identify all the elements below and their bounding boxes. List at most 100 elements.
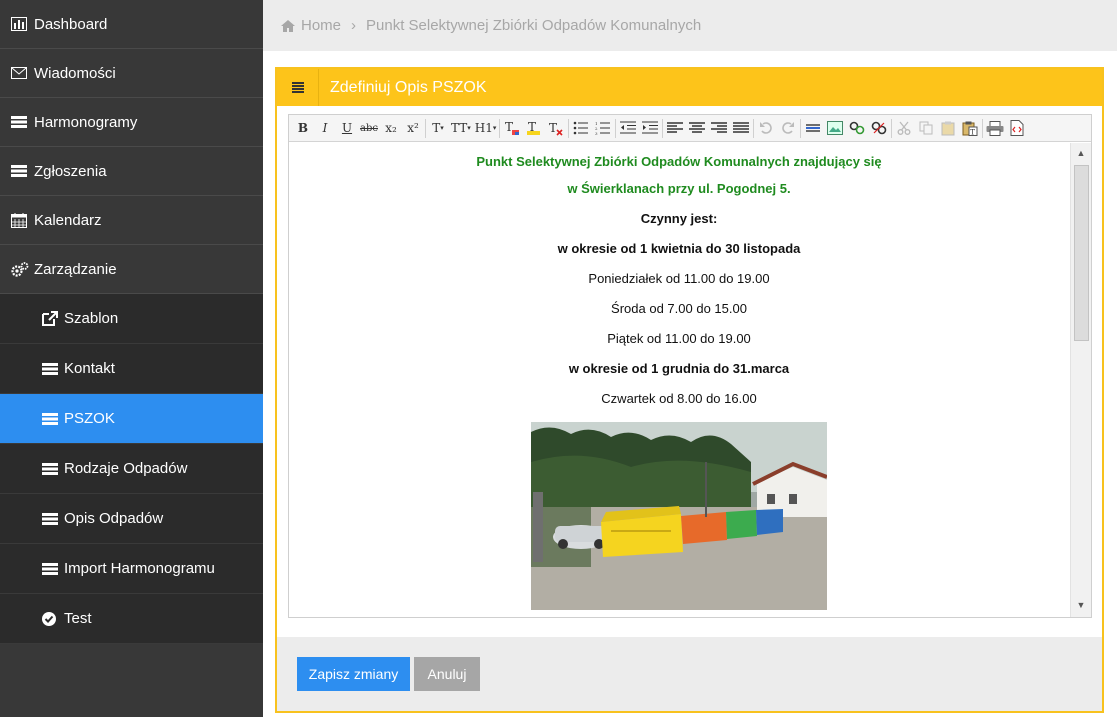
- outdent-icon[interactable]: [617, 118, 639, 139]
- font-size-dropdown[interactable]: T ▾: [427, 118, 449, 139]
- list-icon: [42, 411, 62, 427]
- toolbar-separator: [753, 118, 755, 138]
- content-line: Czwartek od 8.00 do 16.00: [601, 391, 757, 406]
- align-left-icon[interactable]: [664, 118, 686, 139]
- undo-icon[interactable]: [755, 118, 777, 139]
- strikethrough-button[interactable]: abc: [358, 118, 380, 139]
- heading-label: H1: [474, 121, 493, 135]
- content-line: Punkt Selektywnej Zbiórki Odpadów Komuna…: [476, 154, 882, 169]
- caret-down-icon: ▾: [492, 124, 497, 132]
- bar-chart-icon: [11, 16, 31, 32]
- sidebar-item-wiadomosci[interactable]: Wiadomości: [0, 49, 263, 98]
- sidebar-item-kalendarz[interactable]: Kalendarz: [0, 196, 263, 245]
- envelope-icon: [11, 65, 31, 81]
- font-family-dropdown[interactable]: TT ▾: [449, 118, 473, 139]
- bullet-list-icon[interactable]: [570, 118, 592, 139]
- pszok-panel: Zdefiniuj Opis PSZOK B I U abc x₂ x² T ▾ …: [275, 67, 1104, 713]
- list-icon: [277, 69, 319, 106]
- content-line: Poniedziałek od 11.00 do 19.00: [588, 271, 770, 286]
- highlight-color-icon[interactable]: T: [523, 118, 545, 139]
- heading-dropdown[interactable]: H1 ▾: [473, 118, 499, 139]
- sidebar-item-label: Dashboard: [34, 15, 108, 33]
- link-icon[interactable]: [846, 118, 868, 139]
- sidebar-item-label: Harmonogramy: [34, 113, 138, 131]
- toolbar-separator: [800, 118, 802, 138]
- indent-icon[interactable]: [639, 118, 661, 139]
- scroll-thumb[interactable]: [1074, 165, 1089, 341]
- editor-scrollbar[interactable]: ▲ ▼: [1070, 143, 1091, 617]
- save-button[interactable]: Zapisz zmiany: [297, 657, 410, 691]
- sidebar-subitem-kontakt[interactable]: Kontakt: [0, 344, 263, 394]
- redo-icon[interactable]: [777, 118, 799, 139]
- sidebar-item-zgloszenia[interactable]: Zgłoszenia: [0, 147, 263, 196]
- copy-icon[interactable]: [915, 118, 937, 139]
- sidebar-subitem-label: Kontakt: [64, 360, 115, 377]
- chevron-right-icon: ›: [351, 17, 357, 34]
- print-icon[interactable]: [984, 118, 1006, 139]
- sidebar-item-label: Zgłoszenia: [34, 162, 107, 180]
- panel-title: Zdefiniuj Opis PSZOK: [330, 78, 487, 96]
- paste-icon[interactable]: [937, 118, 959, 139]
- font-family-label: TT: [451, 121, 468, 135]
- check-circle-icon: [42, 611, 62, 627]
- sidebar-item-label: Wiadomości: [34, 64, 116, 82]
- list-icon: [42, 561, 62, 577]
- bold-button[interactable]: B: [292, 118, 314, 139]
- sidebar-subitem-label: Szablon: [64, 310, 119, 327]
- list-icon: [11, 163, 31, 179]
- sidebar-subitem-label: Rodzaje Odpadów: [64, 460, 188, 477]
- svg-text:T: T: [549, 121, 557, 135]
- sidebar-subitem-import-harmonogramu[interactable]: Import Harmonogramu: [0, 544, 263, 594]
- scroll-up-icon[interactable]: ▲: [1071, 145, 1091, 161]
- caret-down-icon: ▾: [467, 124, 471, 132]
- align-justify-icon[interactable]: [730, 118, 752, 139]
- unlink-icon[interactable]: [868, 118, 890, 139]
- pszok-photo: [531, 422, 828, 610]
- toolbar-separator: [615, 118, 617, 138]
- panel-footer: Zapisz zmiany Anuluj: [277, 637, 1102, 711]
- sidebar-subitem-test[interactable]: Test: [0, 594, 263, 644]
- superscript-button[interactable]: x²: [402, 118, 424, 139]
- cogs-icon: [11, 261, 31, 277]
- breadcrumb-home-link[interactable]: Home: [301, 17, 341, 34]
- sidebar-subitem-pszok[interactable]: PSZOK: [0, 394, 263, 444]
- font-color-icon[interactable]: T: [501, 118, 523, 139]
- sidebar-item-label: Kalendarz: [34, 211, 102, 229]
- underline-button[interactable]: U: [336, 118, 358, 139]
- breadcrumb: Home › Punkt Selektywnej Zbiórki Odpadów…: [263, 0, 1117, 51]
- horizontal-rule-icon[interactable]: [802, 118, 824, 139]
- align-right-icon[interactable]: [708, 118, 730, 139]
- svg-text:T: T: [971, 128, 976, 136]
- align-center-icon[interactable]: [686, 118, 708, 139]
- numbered-list-icon[interactable]: 123: [592, 118, 614, 139]
- sidebar-subitem-label: PSZOK: [64, 410, 115, 427]
- subscript-button[interactable]: x₂: [380, 118, 402, 139]
- sidebar-subitem-opis-odpadow[interactable]: Opis Odpadów: [0, 494, 263, 544]
- paste-text-icon[interactable]: T: [959, 118, 981, 139]
- sidebar-item-harmonogramy[interactable]: Harmonogramy: [0, 98, 263, 147]
- rich-text-editor[interactable]: B I U abc x₂ x² T▾ TT▾ H1▾ T T T 123: [288, 114, 1092, 618]
- cut-icon[interactable]: [893, 118, 915, 139]
- sidebar-item-zarzadzanie[interactable]: Zarządzanie: [0, 245, 263, 294]
- sidebar-subitem-label: Opis Odpadów: [64, 510, 164, 527]
- breadcrumb-current: Punkt Selektywnej Zbiórki Odpadów Komuna…: [366, 17, 702, 34]
- content-line: w Świerklanach przy ul. Pogodnej 5.: [567, 181, 791, 196]
- calendar-icon: [11, 212, 31, 228]
- cancel-button[interactable]: Anuluj: [414, 657, 480, 691]
- list-icon: [42, 361, 62, 377]
- toolbar-separator: [891, 118, 893, 138]
- editor-toolbar: B I U abc x₂ x² T▾ TT▾ H1▾ T T T 123: [289, 115, 1091, 142]
- scroll-down-icon[interactable]: ▼: [1071, 597, 1091, 613]
- sidebar-item-dashboard[interactable]: Dashboard: [0, 0, 263, 49]
- sidebar-subitem-szablon[interactable]: Szablon: [0, 294, 263, 344]
- italic-button[interactable]: I: [314, 118, 336, 139]
- source-code-icon[interactable]: [1006, 118, 1028, 139]
- image-icon[interactable]: [824, 118, 846, 139]
- clear-format-icon[interactable]: T: [545, 118, 567, 139]
- sidebar-subitem-rodzaje-odpadow[interactable]: Rodzaje Odpadów: [0, 444, 263, 494]
- list-icon: [11, 114, 31, 130]
- editor-content[interactable]: Punkt Selektywnej Zbiórki Odpadów Komuna…: [289, 143, 1069, 617]
- toolbar-separator: [568, 118, 570, 138]
- toolbar-separator: [662, 118, 664, 138]
- content-line: Środa od 7.00 do 15.00: [611, 301, 747, 316]
